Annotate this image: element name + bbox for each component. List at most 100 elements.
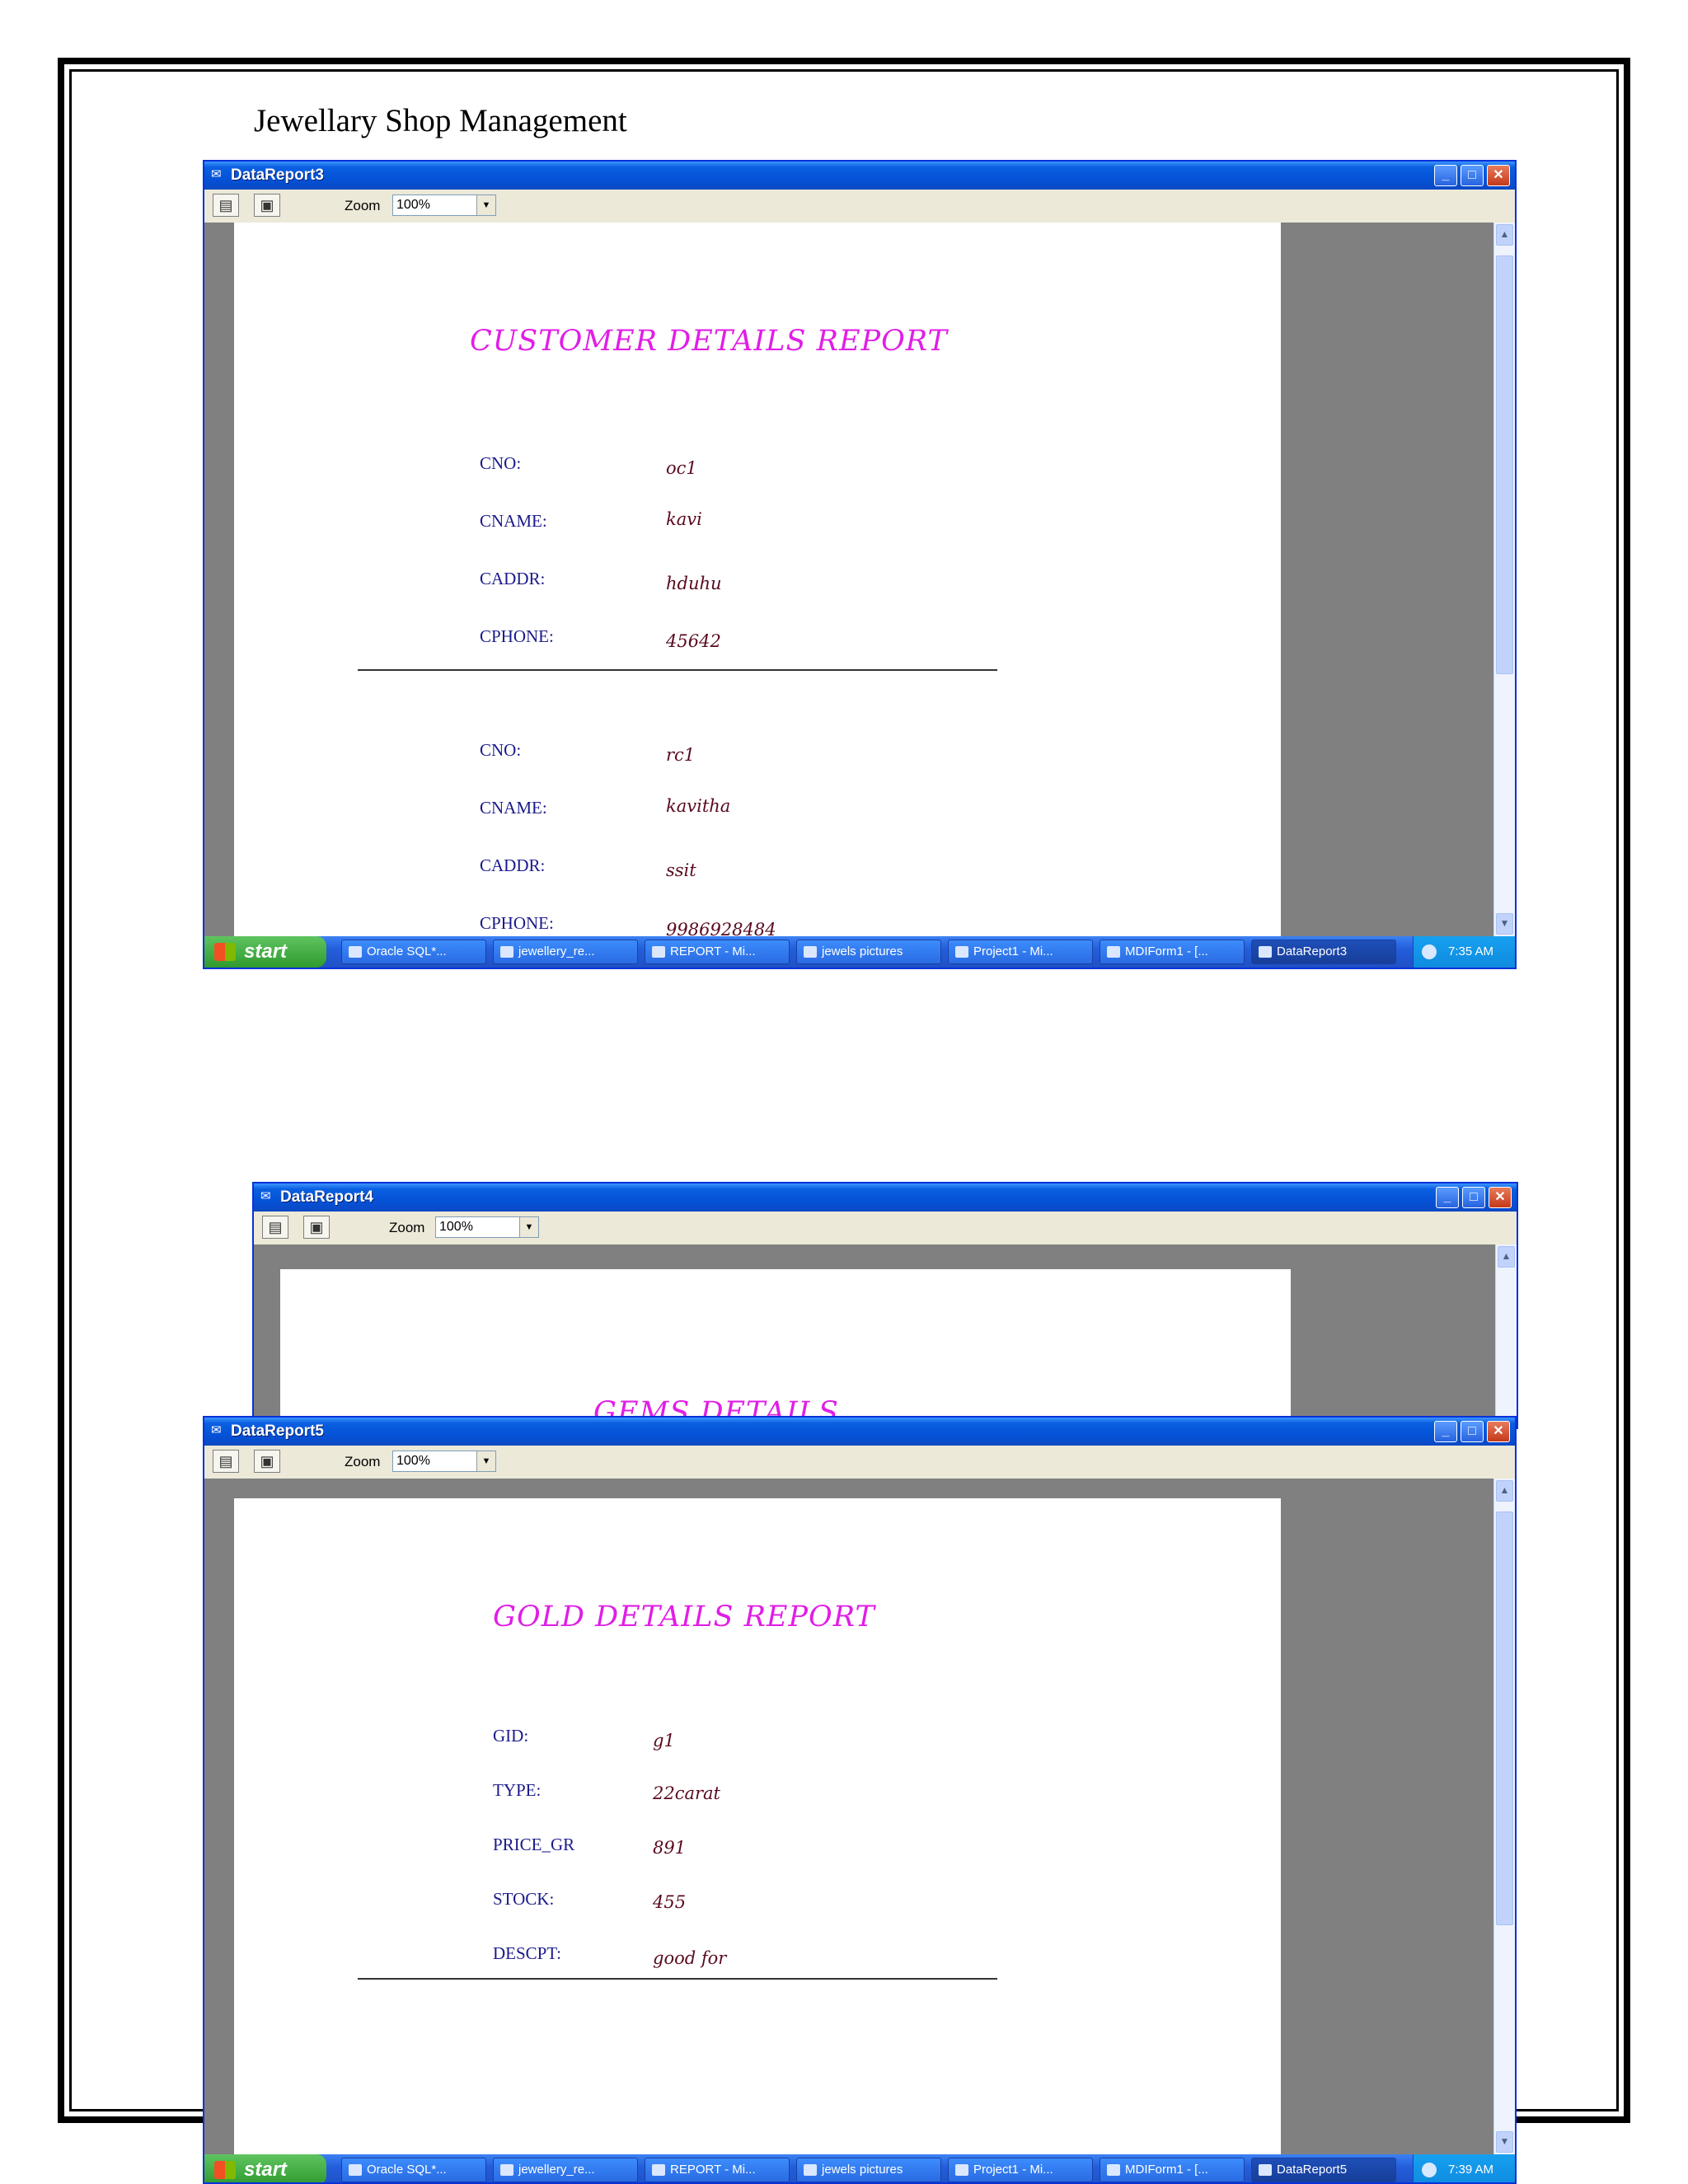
oracle-icon: [349, 2164, 362, 2176]
zoom-select[interactable]: 100% ▼: [392, 1451, 496, 1472]
datareport3-titlebar[interactable]: ✉ DataReport3 _ □ ✕: [204, 162, 1515, 190]
taskbar-item[interactable]: REPORT - Mi...: [645, 940, 790, 964]
type-label: TYPE:: [493, 1780, 542, 1800]
datareport4-titlebar[interactable]: ✉ DataReport4 _ □ ✕: [254, 1183, 1517, 1212]
cname-value: kavitha: [666, 796, 731, 816]
vertical-scrollbar[interactable]: ▲ ▼: [1493, 1479, 1515, 2154]
datareport3-window: ✉ DataReport3 _ □ ✕ ▤ ▣ Zoom 100% ▼ CUST…: [203, 160, 1517, 969]
windows-flag-icon: [214, 2161, 236, 2179]
export-icon[interactable]: ▣: [254, 194, 280, 217]
taskbar-item[interactable]: MDIForm1 - [...: [1100, 2158, 1245, 2182]
print-icon[interactable]: ▤: [262, 1216, 288, 1239]
chevron-down-icon[interactable]: ▼: [476, 195, 495, 215]
taskbar-item[interactable]: jewels pictures: [796, 940, 941, 964]
record-separator: [358, 1978, 997, 1980]
report-page: GOLD DETAILS REPORT GID: g1 TYPE: 22cara…: [234, 1498, 1281, 2154]
price-value: 891: [653, 1838, 687, 1858]
report-app-icon: ✉: [211, 1423, 222, 1437]
vb-project-icon: [955, 946, 968, 958]
datareport5-titlebar[interactable]: ✉ DataReport5 _ □ ✕: [204, 1418, 1515, 1446]
close-button[interactable]: ✕: [1489, 1187, 1512, 1208]
scroll-up-icon[interactable]: ▲: [1496, 224, 1513, 246]
vb-project-icon: [955, 2164, 968, 2176]
taskbar-item-label: REPORT - Mi...: [670, 944, 756, 958]
vertical-scrollbar[interactable]: ▲ ▼: [1493, 223, 1515, 936]
gid-value: g1: [653, 1731, 675, 1750]
report-title: GOLD DETAILS REPORT: [493, 1601, 875, 1633]
minimize-button[interactable]: _: [1434, 165, 1457, 186]
word-icon: [652, 946, 665, 958]
zoom-select[interactable]: 100% ▼: [392, 194, 496, 216]
cno-label: CNO:: [480, 740, 522, 760]
document-title: Jewellary Shop Management: [254, 103, 627, 138]
maximize-button[interactable]: □: [1461, 1421, 1484, 1442]
word-icon: [652, 2164, 665, 2176]
descpt-value: good for: [653, 1948, 727, 1968]
close-button[interactable]: ✕: [1487, 1421, 1510, 1442]
print-icon[interactable]: ▤: [213, 194, 239, 217]
taskbar-item-label: Oracle SQL*...: [367, 2163, 447, 2177]
taskbar-item-active[interactable]: DataReport5: [1251, 2158, 1396, 2182]
start-button[interactable]: start: [204, 936, 326, 968]
tray-arrow-icon[interactable]: [1422, 944, 1437, 959]
taskbar-item-label: MDIForm1 - [...: [1125, 944, 1208, 958]
taskbar-item-label: DataReport5: [1277, 2163, 1348, 2177]
scroll-thumb[interactable]: [1496, 1511, 1513, 1925]
start-button[interactable]: start: [204, 2154, 326, 2182]
taskbar-item-label: Project1 - Mi...: [973, 944, 1053, 958]
taskbar-item[interactable]: REPORT - Mi...: [645, 2158, 790, 2182]
taskbar-item-label: MDIForm1 - [...: [1125, 2163, 1208, 2177]
taskbar-item[interactable]: Project1 - Mi...: [948, 2158, 1093, 2182]
taskbar-item-label: Oracle SQL*...: [367, 944, 447, 958]
tray-arrow-icon[interactable]: [1422, 2163, 1437, 2177]
taskbar-item-active[interactable]: DataReport3: [1251, 940, 1396, 964]
scroll-up-icon[interactable]: ▲: [1496, 1480, 1513, 1502]
export-icon[interactable]: ▣: [254, 1450, 280, 1473]
export-icon[interactable]: ▣: [303, 1216, 330, 1239]
taskbar-item[interactable]: Oracle SQL*...: [341, 2158, 486, 2182]
caddr-value: hduhu: [666, 574, 722, 593]
stock-value: 455: [653, 1892, 687, 1912]
taskbar-item[interactable]: Project1 - Mi...: [948, 940, 1093, 964]
window-title: DataReport4: [280, 1188, 373, 1206]
zoom-select[interactable]: 100% ▼: [435, 1216, 539, 1238]
taskbar-item-label: Project1 - Mi...: [973, 2163, 1053, 2177]
zoom-label: Zoom: [345, 198, 381, 213]
maximize-button[interactable]: □: [1461, 165, 1484, 186]
report-viewport: GOLD DETAILS REPORT GID: g1 TYPE: 22cara…: [204, 1479, 1515, 2154]
zoom-value: 100%: [396, 1454, 430, 1468]
record-separator: [358, 669, 997, 671]
taskbar-item[interactable]: Oracle SQL*...: [341, 940, 486, 964]
chevron-down-icon[interactable]: ▼: [476, 1451, 495, 1471]
close-button[interactable]: ✕: [1487, 165, 1510, 186]
report-title: CUSTOMER DETAILS REPORT: [470, 325, 948, 358]
taskbar-item-label: DataReport3: [1277, 944, 1348, 958]
oracle-icon: [349, 946, 362, 958]
report-viewport: GEMS DETAILS ▲: [254, 1244, 1517, 1427]
minimize-button[interactable]: _: [1436, 1187, 1459, 1208]
scroll-thumb[interactable]: [1496, 255, 1513, 674]
taskbar-item[interactable]: jewellery_re...: [493, 940, 638, 964]
print-icon[interactable]: ▤: [213, 1450, 239, 1473]
maximize-button[interactable]: □: [1462, 1187, 1485, 1208]
taskbar: start Oracle SQL*... jewellery_re... REP…: [204, 2154, 1515, 2182]
taskbar-item[interactable]: MDIForm1 - [...: [1100, 940, 1245, 964]
cphone-label: CPHONE:: [480, 913, 554, 933]
cphone-label: CPHONE:: [480, 626, 554, 646]
datareport4-window: ✉ DataReport4 _ □ ✕ ▤ ▣ Zoom 100% ▼ GEMS…: [252, 1182, 1518, 1429]
scroll-up-icon[interactable]: ▲: [1498, 1246, 1515, 1268]
vertical-scrollbar[interactable]: ▲: [1495, 1244, 1517, 1427]
report-icon: [1259, 2164, 1272, 2176]
report-viewport: CUSTOMER DETAILS REPORT CNO: oc1 CNAME: …: [204, 223, 1515, 936]
word-icon: [500, 946, 513, 958]
scroll-down-icon[interactable]: ▼: [1496, 2131, 1513, 2153]
stock-label: STOCK:: [493, 1889, 555, 1909]
taskbar-item[interactable]: jewels pictures: [796, 2158, 941, 2182]
scroll-down-icon[interactable]: ▼: [1496, 913, 1513, 935]
clock: 7:35 AM: [1448, 944, 1494, 958]
minimize-button[interactable]: _: [1434, 1421, 1457, 1442]
chevron-down-icon[interactable]: ▼: [519, 1217, 538, 1237]
taskbar-item[interactable]: jewellery_re...: [493, 2158, 638, 2182]
zoom-label: Zoom: [389, 1220, 425, 1235]
report-page: GEMS DETAILS: [280, 1269, 1291, 1427]
